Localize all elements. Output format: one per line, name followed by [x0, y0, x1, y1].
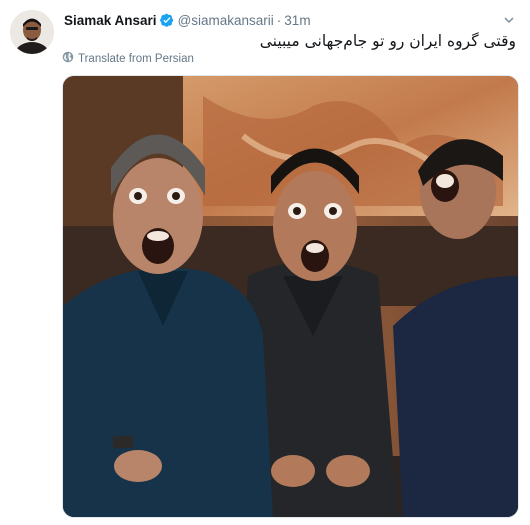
avatar-photo [10, 10, 54, 54]
translate-label: Translate from Persian [78, 52, 194, 65]
tweet-photo[interactable] [62, 75, 519, 518]
separator-dot: · [276, 12, 282, 28]
tweet-text: وقتی گروه ایران رو تو جام‌جهانی میبینی [259, 32, 516, 50]
user-handle[interactable]: @siamakansarii [178, 13, 274, 28]
user-avatar[interactable] [10, 10, 54, 54]
chevron-down-icon[interactable] [500, 11, 518, 29]
verified-badge-icon [159, 13, 174, 27]
display-name[interactable]: Siamak Ansari [64, 13, 157, 28]
tweet-header: Siamak Ansari @siamakansarii · 31m [64, 11, 518, 29]
translate-link[interactable]: Translate from Persian [62, 51, 194, 66]
tweet[interactable]: Siamak Ansari @siamakansarii · 31m وقتی … [0, 0, 530, 525]
globe-icon [62, 51, 78, 66]
photo-three-men-screaming [63, 76, 518, 517]
timestamp[interactable]: 31m [284, 13, 310, 28]
